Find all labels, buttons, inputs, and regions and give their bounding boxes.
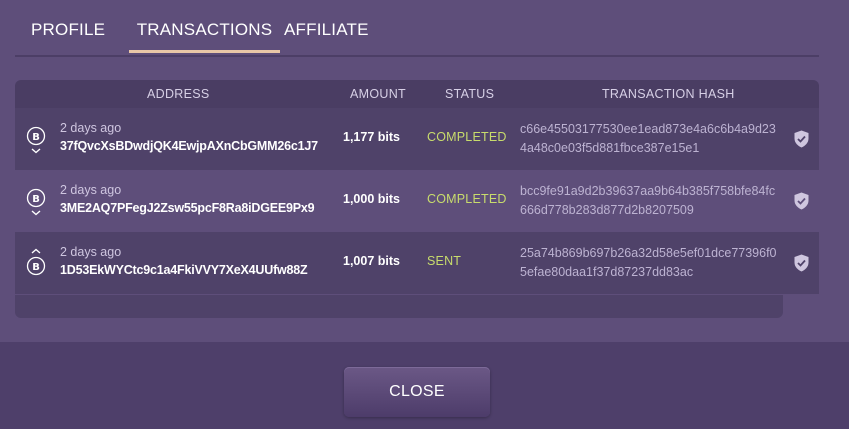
transactions-panel: PROFILE TRANSACTIONS AFFILIATE ADDRESS A… — [0, 0, 849, 342]
bitcoin-receive-icon: B — [26, 126, 46, 154]
transaction-time: 2 days ago — [60, 121, 122, 135]
shield-check-icon[interactable] — [794, 130, 809, 148]
bitcoin-receive-icon: B — [26, 188, 46, 216]
transaction-status: COMPLETED — [427, 192, 507, 206]
column-header-address: ADDRESS — [147, 87, 210, 101]
active-tab-indicator — [129, 50, 280, 53]
transaction-address: 3ME2AQ7PFegJ2Zsw55pcF8Ra8iDGEE9Px9 — [60, 201, 315, 215]
transaction-amount: 1,007 bits — [343, 254, 400, 268]
table-header: ADDRESS AMOUNT STATUS TRANSACTION HASH — [15, 80, 819, 108]
transaction-hash-link[interactable]: bcc9fe91a9d2b39637aa9b64b385f758bfe84fc6… — [520, 182, 780, 220]
transaction-address: 37fQvcXsBDwdjQK4EwjpAXnCbGMM26c1J7 — [60, 139, 318, 153]
shield-check-icon[interactable] — [794, 192, 809, 210]
column-header-amount: AMOUNT — [350, 87, 406, 101]
transaction-time: 2 days ago — [60, 245, 122, 259]
svg-text:B: B — [32, 194, 40, 205]
transaction-address: 1D53EkWYCtc9c1a4FkiVVY7XeX4UUfw88Z — [60, 263, 308, 277]
transaction-status: COMPLETED — [427, 130, 507, 144]
tab-transactions[interactable]: TRANSACTIONS — [129, 20, 280, 40]
tab-profile[interactable]: PROFILE — [31, 20, 105, 40]
transaction-hash-link[interactable]: 25a74b869b697b26a32d58e5ef01dce77396f05e… — [520, 244, 780, 282]
close-button[interactable]: CLOSE — [344, 367, 490, 417]
transaction-status: SENT — [427, 254, 462, 268]
transaction-amount: 1,177 bits — [343, 130, 400, 144]
tab-affiliate[interactable]: AFFILIATE — [284, 20, 369, 40]
svg-text:B: B — [32, 262, 40, 273]
column-header-status: STATUS — [445, 87, 495, 101]
svg-text:B: B — [32, 132, 40, 143]
table-row: B 2 days ago 3ME2AQ7PFegJ2Zsw55pcF8Ra8iD… — [15, 170, 819, 232]
transaction-hash-link[interactable]: c66e45503177530ee1ead873e4a6c6b4a9d234a4… — [520, 120, 780, 158]
tab-bar: PROFILE TRANSACTIONS AFFILIATE — [15, 0, 819, 57]
table-footer — [15, 295, 783, 318]
bitcoin-send-icon: B — [26, 248, 46, 276]
column-header-transaction-hash: TRANSACTION HASH — [602, 87, 735, 101]
transaction-time: 2 days ago — [60, 183, 122, 197]
transaction-amount: 1,000 bits — [343, 192, 400, 206]
table-row: B 2 days ago 37fQvcXsBDwdjQK4EwjpAXnCbGM… — [15, 108, 819, 170]
shield-check-icon[interactable] — [794, 254, 809, 272]
table-row: B 2 days ago 1D53EkWYCtc9c1a4FkiVVY7XeX4… — [15, 232, 819, 294]
